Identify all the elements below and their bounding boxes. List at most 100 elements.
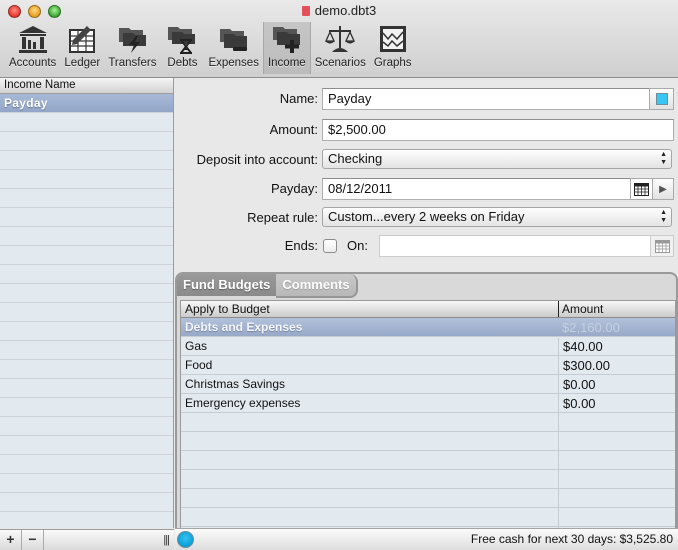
- payday-row: Payday: 08/12/2011 ▶: [175, 178, 678, 200]
- debts-icon: [164, 22, 200, 56]
- empty-list-row: [0, 341, 173, 360]
- table-row[interactable]: Emergency expenses $0.00: [181, 394, 675, 414]
- calendar-icon: [654, 239, 670, 253]
- amount-field[interactable]: $2,500.00: [322, 119, 674, 141]
- toolbar-scenarios[interactable]: Scenarios: [311, 22, 370, 74]
- income-list-item[interactable]: Payday: [0, 94, 173, 113]
- deposit-account-select[interactable]: Checking ▲ ▼: [322, 149, 672, 169]
- calendar-icon: [634, 182, 649, 196]
- empty-table-row: [181, 508, 675, 528]
- tab-comments[interactable]: Comments: [276, 274, 358, 298]
- tab-view: Fund Budgets Comments Apply to Budget Am…: [175, 272, 678, 529]
- table-row[interactable]: Gas $40.00: [181, 337, 675, 357]
- table-row[interactable]: Christmas Savings $0.00: [181, 375, 675, 395]
- budget-name: Gas: [185, 339, 208, 353]
- deposit-account-value: Checking: [328, 151, 383, 166]
- select-arrows-icon: ▲ ▼: [660, 151, 667, 166]
- status-bar: Free cash for next 30 days: $3,525.80: [175, 528, 678, 550]
- empty-list-row: [0, 455, 173, 474]
- end-date-calendar-button[interactable]: [650, 235, 674, 257]
- split-resize-handle[interactable]: |||: [44, 530, 174, 550]
- payday-date-field[interactable]: 08/12/2011: [322, 178, 632, 200]
- empty-list-row: [0, 132, 173, 151]
- empty-list-row: [0, 360, 173, 379]
- ends-checkbox[interactable]: [323, 239, 337, 253]
- amount-column-header[interactable]: Amount: [558, 301, 603, 317]
- toolbar-label: Income: [267, 57, 306, 69]
- calendar-button[interactable]: [630, 178, 653, 200]
- deposit-account-label: Deposit into account:: [196, 152, 318, 167]
- play-arrow-icon: ▶: [659, 183, 667, 195]
- empty-list-row: [0, 151, 173, 170]
- toolbar-label: Transfers: [108, 57, 157, 69]
- empty-list-row: [0, 493, 173, 512]
- empty-list-row: [0, 417, 173, 436]
- document-icon: [301, 6, 310, 16]
- toolbar-label: Graphs: [373, 57, 412, 69]
- tab-fund-budgets[interactable]: Fund Budgets: [177, 274, 277, 296]
- empty-table-row: [181, 451, 675, 471]
- name-field[interactable]: Payday: [322, 88, 652, 110]
- on-label: On:: [347, 238, 368, 253]
- budget-amount: $2,160.00: [562, 320, 620, 335]
- ends-label: Ends:: [284, 238, 318, 253]
- window-title: demo.dbt3: [0, 3, 678, 18]
- income-icon: [269, 22, 305, 56]
- empty-table-row: [181, 413, 675, 433]
- income-detail-form: Name: Payday Amount: $2,500.00 Deposit i…: [175, 78, 678, 268]
- budget-amount[interactable]: $0.00: [558, 395, 675, 414]
- empty-list-row: [0, 284, 173, 303]
- toolbar-income[interactable]: Income: [262, 22, 311, 74]
- ends-row: Ends: On:: [175, 235, 678, 257]
- next-date-button[interactable]: ▶: [652, 178, 674, 200]
- table-header: Apply to Budget Amount: [181, 301, 675, 318]
- tab-bar: Fund Budgets Comments: [177, 274, 358, 298]
- toolbar-graphs[interactable]: Graphs: [370, 22, 416, 74]
- empty-list-row: [0, 208, 173, 227]
- select-arrows-icon: ▲ ▼: [660, 209, 667, 224]
- empty-list-row: [0, 246, 173, 265]
- toolbar-expenses[interactable]: Expenses: [204, 22, 263, 74]
- repeat-rule-row: Repeat rule: Custom...every 2 weeks on F…: [175, 207, 678, 229]
- repeat-rule-select[interactable]: Custom...every 2 weeks on Friday ▲ ▼: [322, 207, 672, 227]
- empty-list-row: [0, 322, 173, 341]
- table-row[interactable]: Food $300.00: [181, 356, 675, 376]
- deposit-row: Deposit into account: Checking ▲ ▼: [175, 149, 678, 171]
- window-title-text: demo.dbt3: [314, 3, 377, 18]
- empty-list-row: [0, 189, 173, 208]
- free-cash-status: Free cash for next 30 days: $3,525.80: [470, 532, 673, 546]
- toolbar-ledger[interactable]: Ledger: [60, 22, 104, 74]
- remove-income-button[interactable]: −: [22, 530, 44, 550]
- budget-name: Debts and Expenses: [185, 320, 303, 334]
- empty-list-row: [0, 379, 173, 398]
- status-indicator-icon: [177, 531, 194, 548]
- amount-label: Amount:: [269, 122, 318, 137]
- scales-icon: [322, 22, 358, 56]
- toolbar-accounts[interactable]: Accounts: [5, 22, 60, 74]
- toolbar-transfers[interactable]: Transfers: [104, 22, 160, 74]
- toolbar-debts[interactable]: Debts: [160, 22, 204, 74]
- toolbar-label: Debts: [167, 57, 198, 69]
- budget-name: Food: [185, 358, 213, 372]
- empty-table-row: [181, 489, 675, 509]
- expenses-icon: [216, 22, 252, 56]
- graph-icon: [375, 22, 411, 56]
- apply-to-budget-column-header[interactable]: Apply to Budget: [185, 301, 270, 317]
- color-swatch: [655, 93, 668, 105]
- income-list: Income Name Payday: [0, 78, 174, 528]
- budget-name: Christmas Savings: [185, 377, 286, 391]
- empty-list-row: [0, 170, 173, 189]
- empty-list-row: [0, 436, 173, 455]
- end-date-field[interactable]: [379, 235, 651, 257]
- add-income-button[interactable]: +: [0, 530, 22, 550]
- income-name-column-header[interactable]: Income Name: [0, 78, 173, 94]
- budget-amount[interactable]: $300.00: [558, 357, 675, 376]
- budget-amount[interactable]: $40.00: [558, 338, 675, 357]
- budget-name: Emergency expenses: [185, 396, 301, 410]
- color-well-button[interactable]: [649, 88, 674, 110]
- empty-list-row: [0, 227, 173, 246]
- toolbar-label: Ledger: [64, 57, 101, 69]
- budget-amount[interactable]: $0.00: [558, 376, 675, 395]
- payday-label: Payday:: [271, 181, 318, 196]
- table-row[interactable]: Debts and Expenses $2,160.00: [181, 318, 675, 337]
